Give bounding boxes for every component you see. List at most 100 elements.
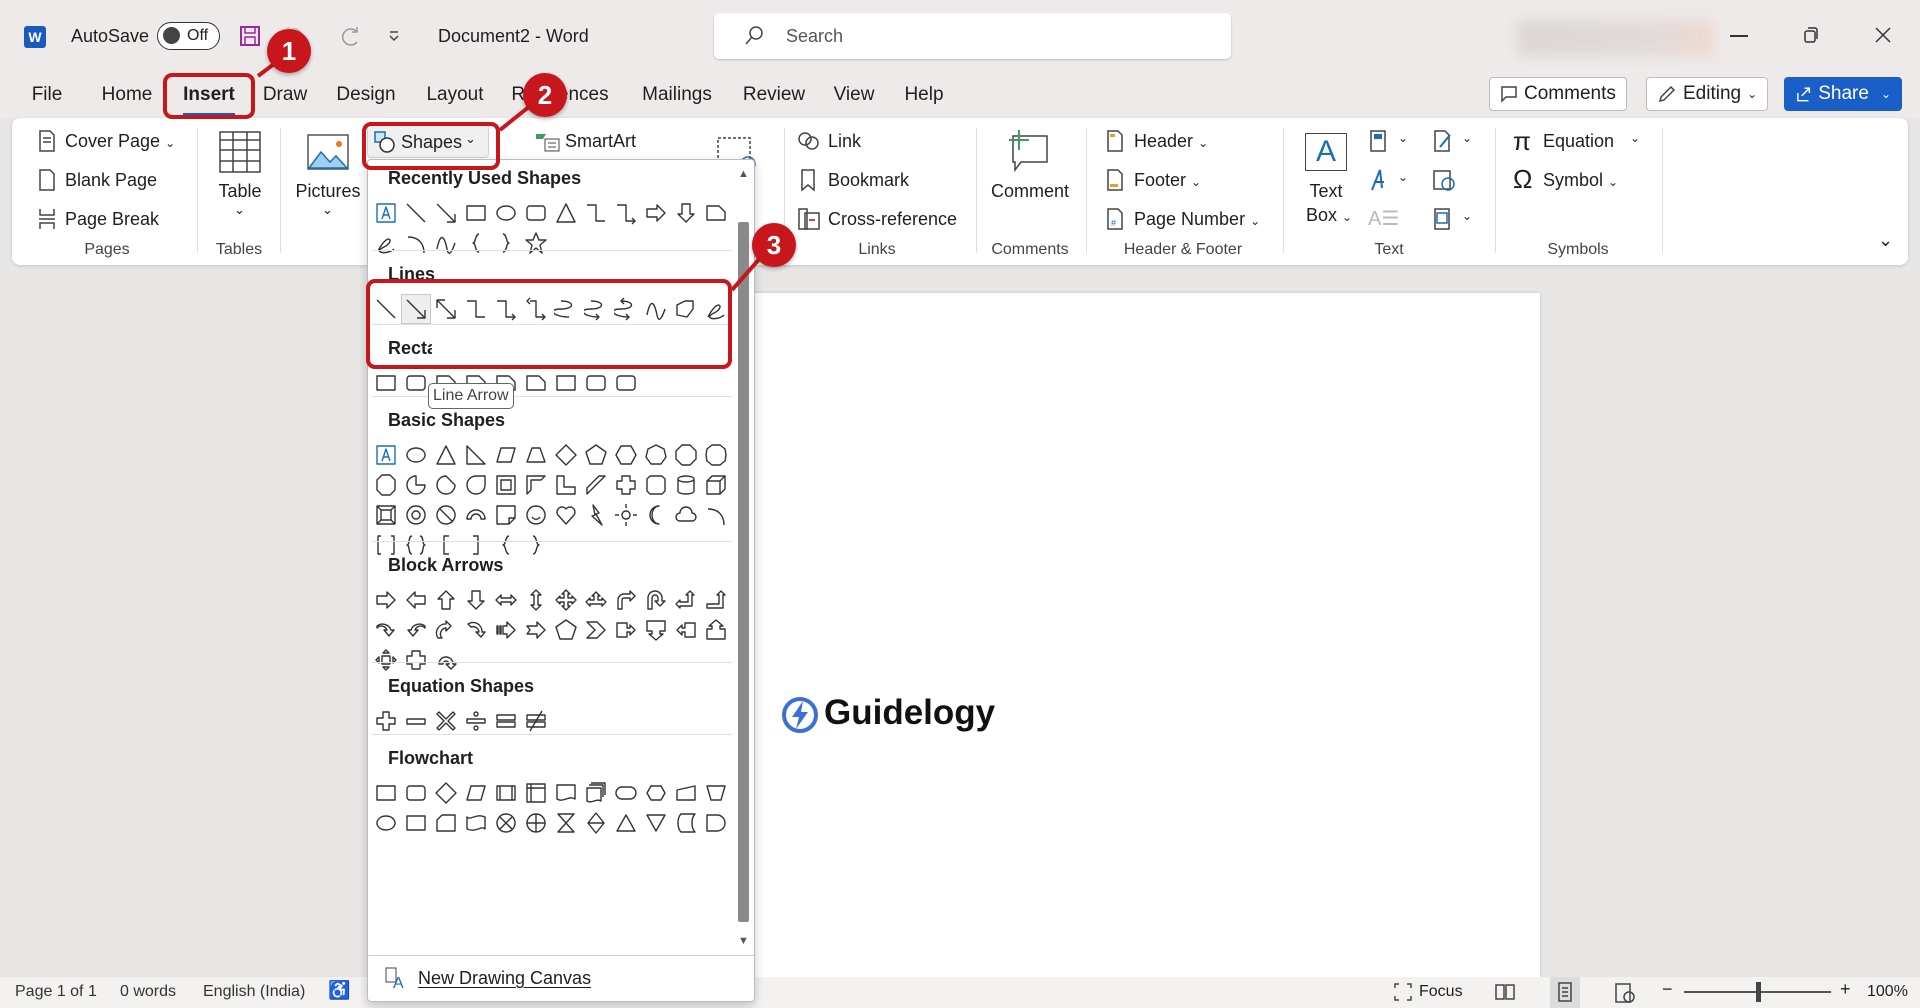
shape-summing[interactable] [491, 808, 521, 838]
shape-curvedleft[interactable] [401, 615, 431, 645]
shape-extract[interactable] [611, 808, 641, 838]
shape-curveddown[interactable] [461, 615, 491, 645]
shape-decagon[interactable] [701, 440, 731, 470]
shape-oval[interactable] [371, 808, 401, 838]
shape-multidoc[interactable] [581, 778, 611, 808]
shape-cloud[interactable] [671, 500, 701, 530]
shape-octagon[interactable] [671, 440, 701, 470]
shape-roundrect[interactable] [401, 778, 431, 808]
zoom-in-button[interactable]: + [1840, 979, 1851, 1000]
shape-lrarrow[interactable] [491, 585, 521, 615]
shape-chord[interactable] [431, 470, 461, 500]
shape-predefined[interactable] [491, 778, 521, 808]
zoom-out-button[interactable]: − [1662, 979, 1673, 1000]
shape-heptagon[interactable] [641, 440, 671, 470]
shape-leftup[interactable] [671, 585, 701, 615]
shape-punched[interactable] [461, 808, 491, 838]
shape-bentarrow[interactable] [611, 585, 641, 615]
shape-arc[interactable] [701, 500, 731, 530]
shape-manualop[interactable] [701, 778, 731, 808]
shape-blockarc[interactable] [461, 500, 491, 530]
shape-delay[interactable] [701, 808, 731, 838]
shape-plaque[interactable] [641, 470, 671, 500]
scroll-down-icon[interactable]: ▼ [738, 935, 749, 947]
shape-bevel[interactable] [371, 500, 401, 530]
shape-rbrace[interactable] [521, 530, 551, 560]
shape-lshape[interactable] [551, 470, 581, 500]
shape-sort[interactable] [581, 808, 611, 838]
word-count[interactable]: 0 words [120, 983, 176, 1001]
shape-cross[interactable] [611, 470, 641, 500]
shape-halfframe[interactable] [521, 470, 551, 500]
shape-sun[interactable] [611, 500, 641, 530]
focus-button[interactable]: Focus [1419, 983, 1463, 1001]
shape-rect[interactable] [371, 778, 401, 808]
shape-downcallout[interactable] [641, 615, 671, 645]
shape-curvedup[interactable] [431, 615, 461, 645]
shape-dodecagon[interactable] [371, 470, 401, 500]
shape-oval[interactable] [401, 440, 431, 470]
shape-stored[interactable] [671, 808, 701, 838]
shape-card[interactable] [431, 808, 461, 838]
shape-hexagon[interactable] [611, 440, 641, 470]
shape-lightning[interactable] [581, 500, 611, 530]
shape-curvedright[interactable] [371, 615, 401, 645]
shape-terminator[interactable] [611, 778, 641, 808]
shape-diagstripe[interactable] [581, 470, 611, 500]
shape-minus[interactable] [401, 706, 431, 736]
shape-textbox[interactable] [371, 440, 401, 470]
shape-equal[interactable] [491, 706, 521, 736]
shape-cube[interactable] [701, 470, 731, 500]
shape-smiley[interactable] [521, 500, 551, 530]
shape-frame[interactable] [491, 470, 521, 500]
shape-pentagon[interactable] [551, 615, 581, 645]
shape-udarrow[interactable] [521, 585, 551, 615]
shape-quadcallout[interactable] [371, 645, 401, 675]
shape-notequal[interactable] [521, 706, 551, 736]
shape-triangle[interactable] [431, 440, 461, 470]
shape-parallelogram[interactable] [461, 778, 491, 808]
shape-collate[interactable] [551, 808, 581, 838]
print-layout-button[interactable] [1550, 977, 1580, 1008]
shape-document[interactable] [551, 778, 581, 808]
shape-quadarrow[interactable] [551, 585, 581, 615]
shape-teardrop[interactable] [461, 470, 491, 500]
accessibility-icon[interactable]: ♿ [328, 980, 350, 1001]
shape-uparrow[interactable] [431, 585, 461, 615]
page-count[interactable]: Page 1 of 1 [15, 983, 97, 1001]
shape-plus[interactable] [371, 706, 401, 736]
shape-rightcallout[interactable] [611, 615, 641, 645]
language[interactable]: English (India) [203, 983, 305, 1001]
shape-merge[interactable] [641, 808, 671, 838]
new-drawing-canvas-item[interactable]: A New Drawing Canvas [384, 966, 591, 990]
web-layout-icon[interactable] [1614, 982, 1636, 1004]
shape-stripedright[interactable] [491, 615, 521, 645]
shape-divide[interactable] [461, 706, 491, 736]
shape-leftcallout[interactable] [671, 615, 701, 645]
shape-notched[interactable] [521, 615, 551, 645]
shape-preparation[interactable] [641, 778, 671, 808]
shape-diamond[interactable] [551, 440, 581, 470]
shape-downarrow[interactable] [461, 585, 491, 615]
shape-upcallout[interactable] [701, 615, 731, 645]
shape-trapezoid[interactable] [521, 440, 551, 470]
shape-diamond[interactable] [431, 778, 461, 808]
shape-pie[interactable] [401, 470, 431, 500]
shape-rect[interactable] [401, 808, 431, 838]
shape-rightarrow[interactable] [371, 585, 401, 615]
shape-manualinput[interactable] [671, 778, 701, 808]
shape-righttri[interactable] [461, 440, 491, 470]
zoom-slider-thumb[interactable] [1755, 982, 1761, 1002]
shape-nosymbol[interactable] [431, 500, 461, 530]
shape-bentup[interactable] [701, 585, 731, 615]
shape-internal[interactable] [521, 778, 551, 808]
shape-foldedcorner[interactable] [491, 500, 521, 530]
shape-multiply[interactable] [431, 706, 461, 736]
zoom-level[interactable]: 100% [1867, 983, 1908, 1001]
read-mode-icon[interactable] [1494, 982, 1516, 1002]
shape-parallelogram[interactable] [491, 440, 521, 470]
shape-or[interactable] [521, 808, 551, 838]
shape-leftarrow[interactable] [401, 585, 431, 615]
shape-moon[interactable] [641, 500, 671, 530]
shape-pentagon[interactable] [581, 440, 611, 470]
